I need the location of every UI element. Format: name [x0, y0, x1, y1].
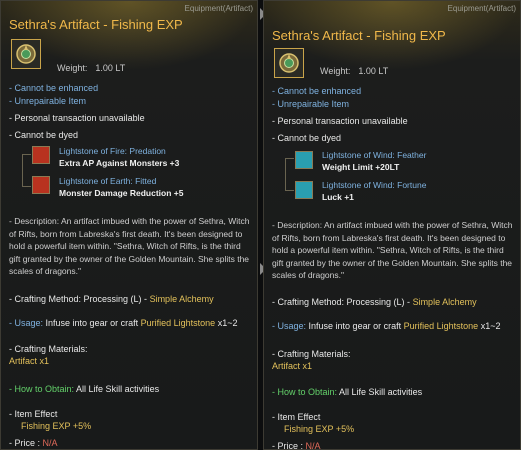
enhance-status: - Cannot be enhanced	[272, 86, 362, 96]
usage-label: - Usage:	[272, 321, 307, 331]
lightstone-name: Lightstone of Fire: Predation	[59, 146, 166, 156]
weight-value: 1.00 LT	[95, 63, 126, 73]
lightstone-wind-icon	[295, 151, 313, 169]
obtain-row: - How to Obtain: All Life Skill activiti…	[9, 384, 159, 394]
crafting-method: - Crafting Method: Processing (L) - Simp…	[9, 294, 214, 304]
obtain-value: All Life Skill activities	[339, 387, 423, 397]
lightstone-bracket	[22, 154, 31, 187]
obtain-row: - How to Obtain: All Life Skill activiti…	[272, 387, 422, 397]
obtain-label: - How to Obtain:	[9, 384, 75, 394]
lightstone-fire-icon	[32, 146, 50, 164]
lightstone-effect: Luck +1	[322, 192, 354, 202]
price-value: N/A	[305, 441, 321, 450]
price-label: - Price :	[9, 438, 41, 448]
usage-item: Purified Lightstone	[140, 318, 216, 328]
artifact-icon	[11, 39, 41, 69]
artifact-icon	[274, 48, 304, 78]
lightstone-bracket	[285, 158, 294, 191]
item-tooltip-left: Equipment(Artifact) Sethra's Artifact - …	[0, 0, 258, 450]
lightstone-effect: Monster Damage Reduction +5	[59, 188, 184, 198]
materials-label: - Crafting Materials:	[272, 349, 351, 359]
price-label: - Price :	[272, 441, 304, 450]
obtain-value: All Life Skill activities	[76, 384, 160, 394]
usage-text: Infuse into gear or craft	[308, 321, 402, 331]
item-title: Sethra's Artifact - Fishing EXP	[272, 28, 446, 43]
transaction-status: - Personal transaction unavailable	[272, 116, 408, 126]
item-category: Equipment(Artifact)	[184, 4, 253, 13]
usage-item: Purified Lightstone	[403, 321, 479, 331]
crafting-method-label: - Crafting Method: Processing (L) -	[272, 297, 413, 307]
item-title: Sethra's Artifact - Fishing EXP	[9, 17, 183, 32]
price-row: - Price : N/A	[9, 438, 58, 448]
item-description: - Description: An artifact imbued with t…	[9, 216, 250, 276]
usage-text: Infuse into gear or craft	[45, 318, 139, 328]
item-effect-value: Fishing EXP +5%	[21, 421, 92, 431]
lightstone-name: Lightstone of Wind: Fortune	[322, 180, 427, 190]
weight-row: Weight: 1.00 LT	[57, 63, 125, 73]
price-value: N/A	[42, 438, 58, 448]
lightstone-earth-icon	[32, 176, 50, 194]
materials-value: Artifact x1	[272, 361, 313, 371]
item-category: Equipment(Artifact)	[447, 4, 516, 13]
obtain-label: - How to Obtain:	[272, 387, 338, 397]
item-effect-value: Fishing EXP +5%	[284, 424, 355, 434]
lightstone-effect: Extra AP Against Monsters +3	[59, 158, 180, 168]
weight-label: Weight:	[320, 66, 351, 76]
lightstone-wind-icon	[295, 181, 313, 199]
usage-row: - Usage: Infuse into gear or craft Purif…	[272, 321, 500, 331]
weight-value: 1.00 LT	[358, 66, 389, 76]
repair-status: - Unrepairable Item	[9, 96, 87, 106]
repair-status: - Unrepairable Item	[272, 99, 350, 109]
item-tooltip-right: Equipment(Artifact) Sethra's Artifact - …	[263, 0, 521, 450]
usage-qty: x1~2	[480, 321, 501, 331]
crafting-method-value: Simple Alchemy	[149, 294, 214, 304]
materials-value: Artifact x1	[9, 356, 50, 366]
crafting-method: - Crafting Method: Processing (L) - Simp…	[272, 297, 477, 307]
item-effect-label: - Item Effect	[9, 409, 58, 419]
lightstone-name: Lightstone of Earth: Fitted	[59, 176, 157, 186]
lightstone-effect: Weight Limit +20LT	[322, 162, 400, 172]
transaction-status: - Personal transaction unavailable	[9, 113, 145, 123]
usage-row: - Usage: Infuse into gear or craft Purif…	[9, 318, 237, 328]
usage-label: - Usage:	[9, 318, 44, 328]
weight-label: Weight:	[57, 63, 88, 73]
price-row: - Price : N/A	[272, 441, 321, 450]
usage-qty: x1~2	[217, 318, 238, 328]
materials-label: - Crafting Materials:	[9, 344, 88, 354]
weight-row: Weight: 1.00 LT	[320, 66, 388, 76]
dye-status: - Cannot be dyed	[272, 133, 342, 143]
crafting-method-label: - Crafting Method: Processing (L) -	[9, 294, 150, 304]
item-effect-label: - Item Effect	[272, 412, 321, 422]
dye-status: - Cannot be dyed	[9, 130, 79, 140]
crafting-method-value: Simple Alchemy	[412, 297, 477, 307]
item-description: - Description: An artifact imbued with t…	[272, 220, 513, 280]
lightstone-name: Lightstone of Wind: Feather	[322, 150, 427, 160]
enhance-status: - Cannot be enhanced	[9, 83, 99, 93]
